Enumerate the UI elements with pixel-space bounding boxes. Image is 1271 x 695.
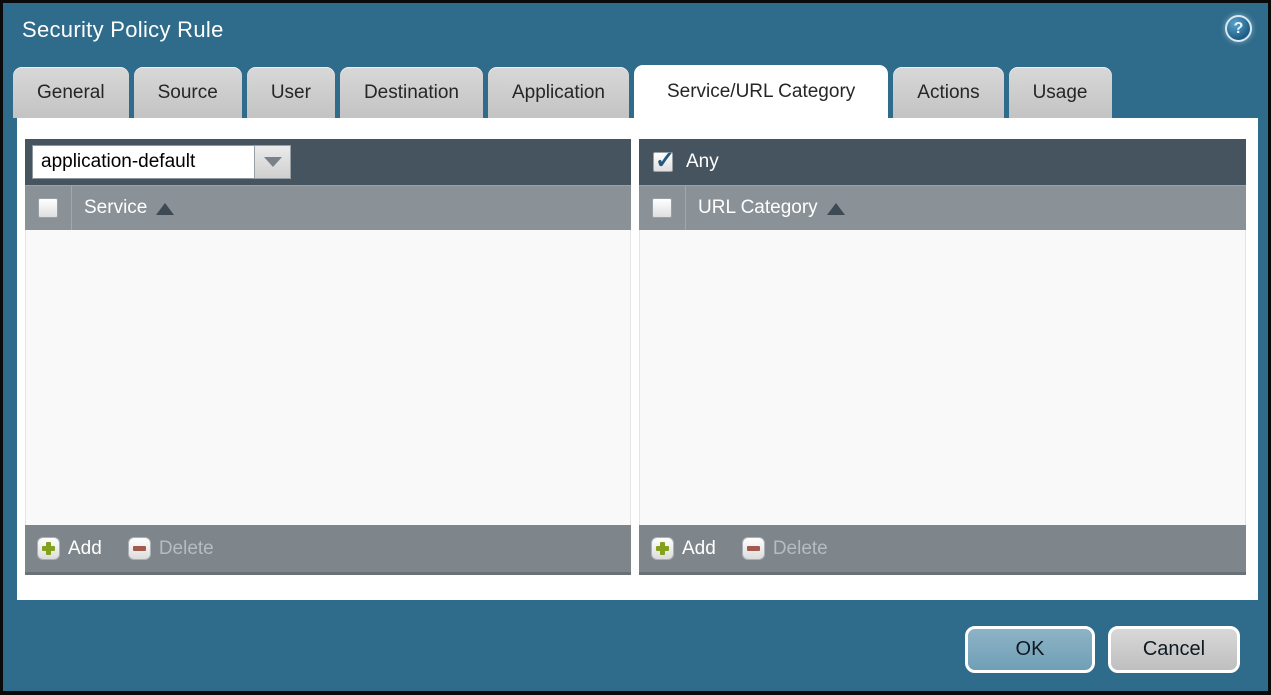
url-category-column-label: URL Category — [698, 197, 818, 218]
url-panel-footer: Add Delete — [639, 525, 1246, 575]
service-column-header: Service — [25, 185, 631, 230]
sort-ascending-icon — [826, 203, 845, 215]
dialog-content: Service Add Delete An — [17, 118, 1258, 600]
url-delete-label: Delete — [772, 537, 828, 559]
delete-icon — [741, 537, 765, 560]
add-icon — [37, 537, 60, 560]
service-add-label: Add — [68, 537, 102, 559]
url-category-list — [639, 230, 1246, 525]
service-sort-header[interactable]: Service — [72, 197, 175, 219]
url-add-label: Add — [682, 537, 716, 559]
service-panel: Service Add Delete — [25, 139, 631, 575]
tab-destination[interactable]: Destination — [339, 67, 483, 118]
service-type-input[interactable] — [32, 145, 254, 179]
service-select-all-checkbox[interactable] — [38, 198, 58, 218]
ok-button[interactable]: OK — [965, 626, 1095, 673]
service-add-button[interactable]: Add — [37, 537, 102, 560]
url-add-button[interactable]: Add — [651, 537, 716, 560]
any-checkbox[interactable] — [653, 146, 675, 175]
add-icon — [651, 537, 674, 560]
url-select-all-checkbox[interactable] — [652, 198, 672, 218]
service-column-label: Service — [84, 197, 148, 218]
delete-icon — [127, 537, 151, 560]
service-panel-header — [25, 139, 631, 185]
tab-usage[interactable]: Usage — [1008, 67, 1112, 118]
service-panel-footer: Add Delete — [25, 525, 631, 575]
help-icon[interactable]: ? — [1225, 15, 1252, 42]
any-label: Any — [686, 151, 719, 172]
security-policy-rule-dialog: Security Policy Rule ? General Source User… — [3, 3, 1268, 691]
service-type-dropdown-button[interactable] — [254, 145, 291, 179]
url-category-panel: Any URL Category Add — [639, 139, 1246, 575]
service-delete-button[interactable]: Delete — [127, 537, 214, 560]
chevron-down-icon — [263, 157, 282, 167]
sort-ascending-icon — [156, 203, 175, 215]
url-select-all-cell — [639, 186, 686, 230]
tab-actions[interactable]: Actions — [893, 67, 1004, 118]
tab-application[interactable]: Application — [488, 67, 629, 118]
url-category-column-header: URL Category — [639, 185, 1246, 230]
url-delete-button[interactable]: Delete — [741, 537, 828, 560]
dialog-title: Security Policy Rule — [22, 17, 224, 42]
any-row: Any — [646, 146, 719, 175]
service-list — [25, 230, 631, 525]
tab-user[interactable]: User — [246, 67, 335, 118]
url-category-sort-header[interactable]: URL Category — [686, 197, 845, 219]
service-delete-label: Delete — [158, 537, 214, 559]
url-panel-header: Any — [639, 139, 1246, 185]
tab-service-url-category[interactable]: Service/URL Category — [633, 65, 889, 120]
tab-bar: General Source User Destination Application S… — [13, 65, 1117, 120]
cancel-button[interactable]: Cancel — [1108, 626, 1240, 673]
service-type-dropdown — [32, 145, 291, 179]
service-select-all-cell — [25, 186, 72, 230]
tab-general[interactable]: General — [13, 67, 129, 118]
tab-source[interactable]: Source — [133, 67, 242, 118]
